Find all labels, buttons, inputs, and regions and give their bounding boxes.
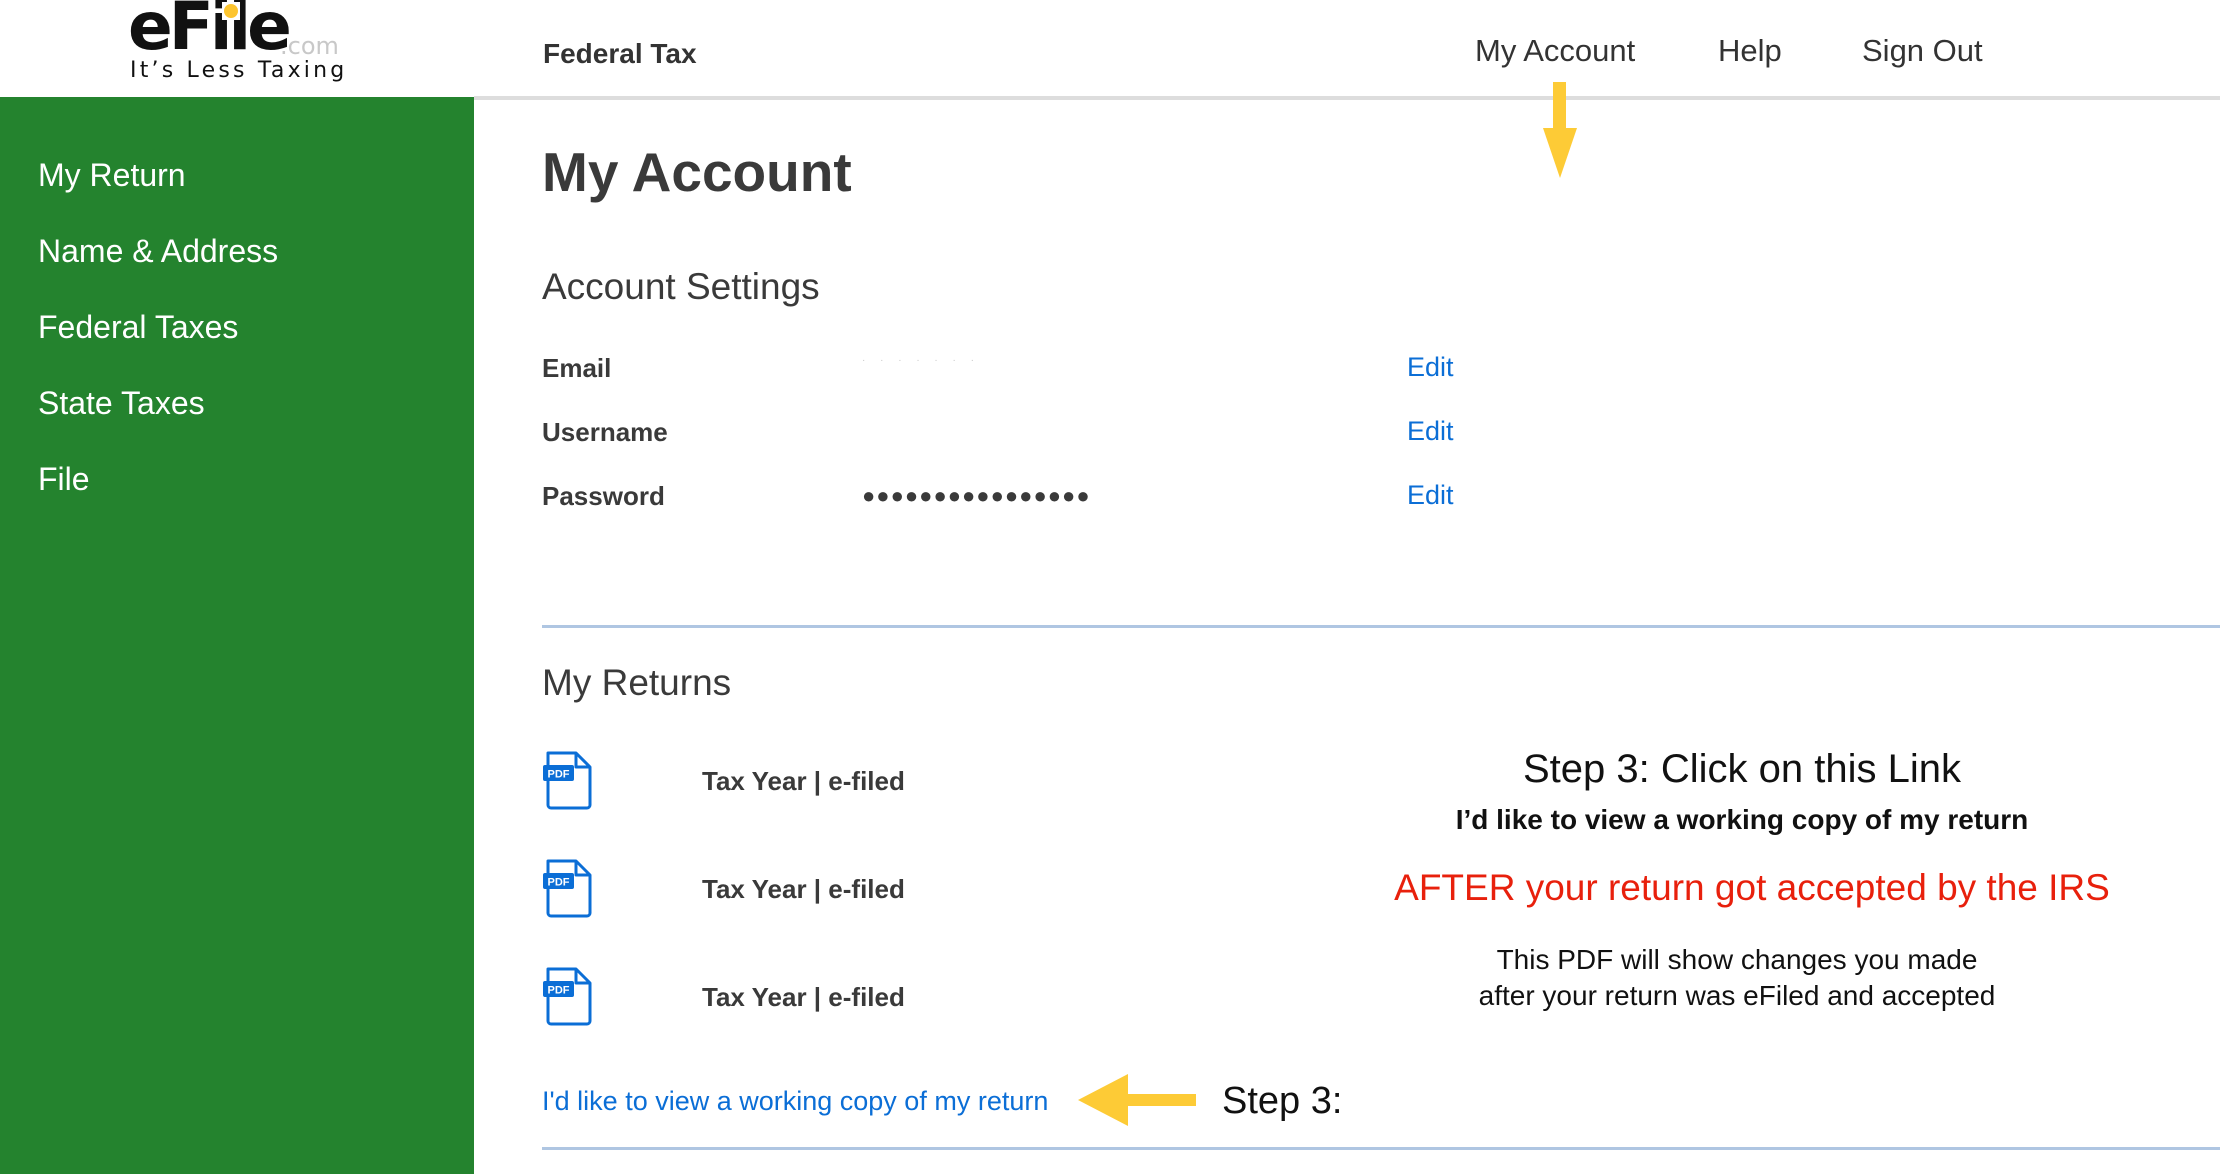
pdf-icon[interactable]: PDF: [542, 966, 594, 1026]
email-value: · · · · · · ·: [862, 355, 980, 366]
sidebar-item-name-address[interactable]: Name & Address: [38, 235, 278, 267]
annotation-arrow-left-icon: [1078, 1074, 1128, 1126]
nav-my-account[interactable]: My Account: [1475, 33, 1635, 69]
annotation-explanation-line: This PDF will show changes you made: [1496, 944, 1978, 975]
annotation-arrow-left-shaft: [1126, 1094, 1196, 1106]
annotation-explanation-line: after your return was eFiled and accepte…: [1478, 980, 1996, 1011]
nav-help[interactable]: Help: [1718, 33, 1782, 69]
annotation-link-name: I’d like to view a working copy of my re…: [1455, 804, 2029, 835]
password-value: ●●●●●●●●●●●●●●●●: [862, 483, 1091, 508]
password-label: Password: [542, 481, 665, 511]
edit-email-button[interactable]: Edit: [1407, 354, 1454, 381]
product-title: Federal Tax: [543, 38, 697, 69]
svg-text:PDF: PDF: [548, 985, 570, 997]
my-returns-heading: My Returns: [542, 662, 732, 703]
section-divider: [542, 625, 2220, 628]
email-label: Email: [542, 353, 612, 383]
return-item-label: Tax Year | e-filed: [702, 874, 905, 904]
svg-text:PDF: PDF: [548, 769, 570, 781]
annotation-title: Step 3: Click on this Link: [1523, 747, 1961, 791]
annotation-step-label: Step 3:: [1222, 1080, 1343, 1122]
edit-password-button[interactable]: Edit: [1407, 482, 1454, 509]
annotation-condition: AFTER your return got accepted by the IR…: [1394, 867, 2110, 908]
edit-username-button[interactable]: Edit: [1407, 418, 1454, 445]
annotation-arrow-down-icon: [1553, 82, 1566, 132]
annotation-arrow-down-head: [1543, 128, 1577, 178]
pdf-icon[interactable]: PDF: [542, 858, 594, 918]
logo-domain: .com: [280, 32, 339, 60]
header-divider: [474, 96, 2220, 100]
nav-sign-out[interactable]: Sign Out: [1862, 33, 1983, 69]
sidebar-item-file[interactable]: File: [38, 463, 90, 495]
username-label: Username: [542, 417, 668, 447]
return-item-label: Tax Year | e-filed: [702, 982, 905, 1012]
account-settings-heading: Account Settings: [542, 266, 820, 307]
logo-brand: eFile: [128, 0, 292, 65]
page-title: My Account: [542, 141, 852, 203]
view-working-copy-link[interactable]: I'd like to view a working copy of my re…: [542, 1088, 1048, 1115]
sidebar-item-federal-taxes[interactable]: Federal Taxes: [38, 311, 238, 343]
logo-dot-icon: [224, 4, 238, 18]
svg-text:PDF: PDF: [548, 877, 570, 889]
sidebar: My Return Name & Address Federal Taxes S…: [0, 97, 474, 1174]
bottom-divider: [542, 1147, 2220, 1150]
return-item-label: Tax Year | e-filed: [702, 766, 905, 796]
efile-logo[interactable]: eFile .com It’s Less Taxing: [128, 0, 344, 92]
sidebar-item-state-taxes[interactable]: State Taxes: [38, 387, 205, 419]
logo-tagline: It’s Less Taxing: [130, 58, 348, 83]
pdf-icon[interactable]: PDF: [542, 750, 594, 810]
sidebar-item-my-return[interactable]: My Return: [38, 159, 186, 191]
